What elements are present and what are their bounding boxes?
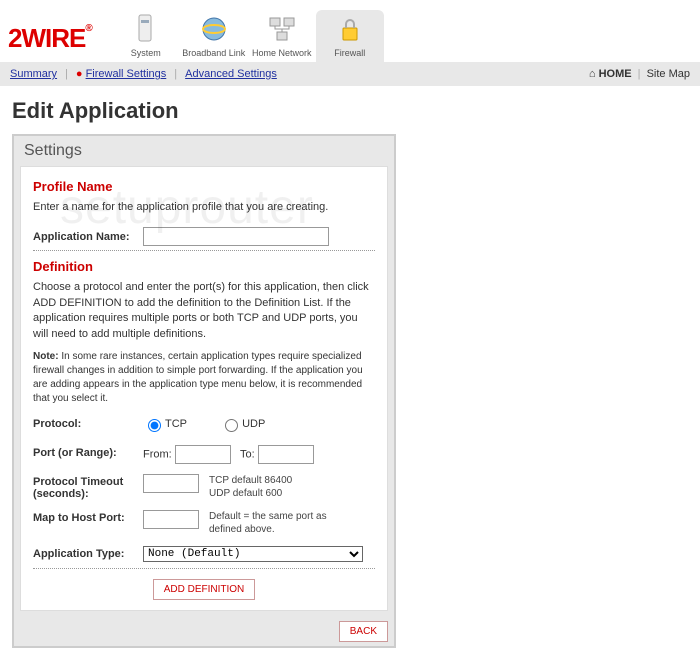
label-port-range: Port (or Range): xyxy=(33,445,143,459)
settings-panel: Settings Profile Name Enter a name for t… xyxy=(12,134,396,648)
tab-system[interactable]: System xyxy=(112,10,180,62)
subnav-summary[interactable]: Summary xyxy=(10,68,57,80)
label-application-name: Application Name: xyxy=(33,231,143,243)
application-name-input[interactable] xyxy=(143,227,329,246)
timeout-input[interactable] xyxy=(143,474,199,493)
home-icon: ⌂ xyxy=(589,68,596,80)
modem-icon xyxy=(112,12,180,46)
radio-udp-label: UDP xyxy=(242,418,265,430)
page-title: Edit Application xyxy=(12,98,688,124)
subnav: Summary | ● Firewall Settings | Advanced… xyxy=(0,62,700,86)
tab-label: System xyxy=(112,48,180,58)
tab-label: Home Network xyxy=(248,48,316,58)
tab-firewall[interactable]: Firewall xyxy=(316,10,384,62)
definition-desc: Choose a protocol and enter the port(s) … xyxy=(33,280,375,342)
tab-label: Firewall xyxy=(316,48,384,58)
application-type-select[interactable]: None (Default) xyxy=(143,546,363,562)
label-from: From: xyxy=(143,448,172,460)
radio-udp[interactable] xyxy=(225,419,238,432)
label-map-host-port: Map to Host Port: xyxy=(33,510,143,524)
logo: 2WIRE® xyxy=(8,23,92,54)
network-icon xyxy=(248,12,316,46)
lock-icon xyxy=(316,12,384,46)
main-tabs: System Broadband Link Home Network Firew… xyxy=(112,10,384,62)
label-to: To: xyxy=(240,448,255,460)
link-sitemap[interactable]: Site Map xyxy=(647,68,690,80)
label-application-type: Application Type: xyxy=(33,546,143,560)
definition-note: Note: In some rare instances, certain ap… xyxy=(33,350,375,406)
map-hint: Default = the same port as defined above… xyxy=(209,510,329,536)
globe-icon xyxy=(180,12,248,46)
radio-tcp[interactable] xyxy=(148,419,161,432)
header: 2WIRE® System Broadband Link Home Networ… xyxy=(0,0,700,62)
bullet-icon: ● xyxy=(76,68,83,80)
section-definition: Definition xyxy=(33,259,375,274)
section-profile-name: Profile Name xyxy=(33,179,375,194)
tab-label: Broadband Link xyxy=(180,48,248,58)
link-home[interactable]: HOME xyxy=(599,68,632,80)
label-protocol-timeout: Protocol Timeout (seconds): xyxy=(33,474,143,500)
tab-home-network[interactable]: Home Network xyxy=(248,10,316,62)
tab-broadband[interactable]: Broadband Link xyxy=(180,10,248,62)
panel-heading: Settings xyxy=(14,136,394,166)
port-to-input[interactable] xyxy=(258,445,314,464)
profile-desc: Enter a name for the application profile… xyxy=(33,200,375,215)
label-protocol: Protocol: xyxy=(33,416,143,430)
radio-tcp-label: TCP xyxy=(165,418,187,430)
timeout-hint: TCP default 86400 UDP default 600 xyxy=(209,474,292,500)
port-from-input[interactable] xyxy=(175,445,231,464)
map-port-input[interactable] xyxy=(143,510,199,529)
subnav-advanced-settings[interactable]: Advanced Settings xyxy=(185,68,277,80)
back-button[interactable]: BACK xyxy=(339,621,388,642)
subnav-firewall-settings[interactable]: Firewall Settings xyxy=(86,68,167,80)
